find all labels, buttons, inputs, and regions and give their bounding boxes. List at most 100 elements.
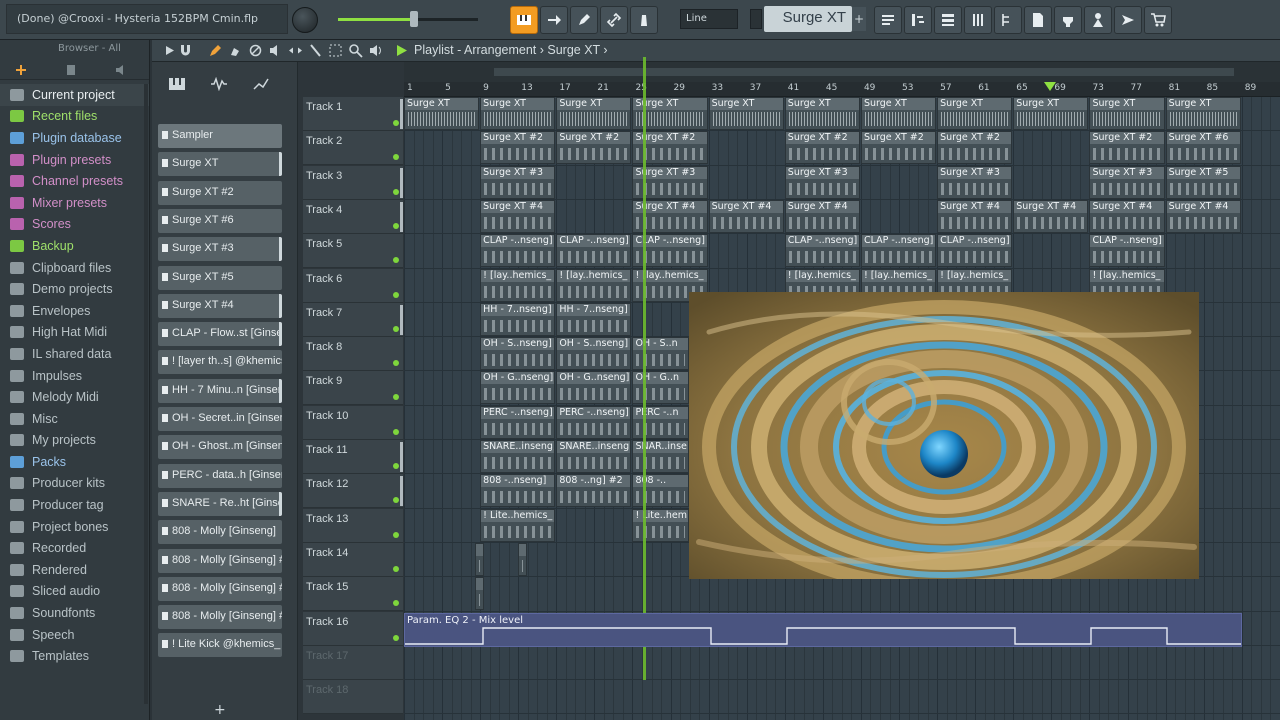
pattern-clip[interactable]: Surge XT xyxy=(937,97,1013,130)
waveform-icon[interactable] xyxy=(210,76,228,92)
picker-item[interactable]: 808 - Molly [Ginseng] #2 xyxy=(158,605,282,630)
browser-item[interactable]: Plugin database xyxy=(0,127,149,149)
browser-item[interactable]: Packs xyxy=(0,451,149,473)
track-mute-led[interactable] xyxy=(393,120,399,126)
pattern-clip[interactable]: Surge XT xyxy=(1165,97,1241,130)
browser-button[interactable] xyxy=(994,6,1022,34)
pattern-clip[interactable]: SNAR..inse xyxy=(632,440,689,473)
pattern-clip[interactable]: 808 -.. xyxy=(632,474,689,508)
track-mute-led[interactable] xyxy=(393,565,399,572)
picker-item[interactable]: 808 - Molly [Ginseng] #4 xyxy=(158,548,282,573)
track-header[interactable]: Track 5 xyxy=(303,234,403,269)
pattern-clip[interactable] xyxy=(475,577,484,611)
news-button[interactable] xyxy=(1114,6,1142,34)
pattern-clip[interactable]: Surge XT #2 xyxy=(480,131,556,165)
pattern-clip[interactable]: Surge XT xyxy=(708,97,784,130)
pattern-clip[interactable]: Surge XT #3 xyxy=(937,165,1013,199)
pattern-clip[interactable]: OH - S..nseng] xyxy=(556,337,632,371)
collapse-icon[interactable] xyxy=(14,62,28,76)
track-header[interactable]: Track 13 xyxy=(303,508,403,543)
browser-item[interactable]: Backup xyxy=(0,235,149,257)
browser-item[interactable]: Producer kits xyxy=(0,473,149,495)
browser-item[interactable]: Clipboard files xyxy=(0,257,149,279)
pattern-clip[interactable]: HH - 7..nseng] xyxy=(480,302,556,336)
piano-roll-icon[interactable] xyxy=(168,76,186,90)
pattern-clip[interactable]: PERC -..nseng] xyxy=(480,405,556,439)
pattern-selector[interactable]: Surge XT xyxy=(764,6,852,32)
track-mute-led[interactable] xyxy=(393,428,399,435)
browser-item[interactable]: Mixer presets xyxy=(0,192,149,214)
picker-item[interactable]: Surge XT #6 xyxy=(158,208,282,233)
track-header[interactable]: Track 6 xyxy=(303,268,403,303)
track-header[interactable]: Track 10 xyxy=(303,405,403,440)
pattern-clip[interactable]: Surge XT xyxy=(860,97,937,130)
track-header[interactable]: Track 16 xyxy=(303,611,403,646)
playlist-view-button[interactable] xyxy=(510,6,538,34)
slip-icon[interactable] xyxy=(288,43,303,58)
track-mute-led[interactable] xyxy=(393,634,399,641)
picker-item[interactable]: CLAP - Flow..st [Ginseng] xyxy=(158,322,282,347)
track-grip[interactable] xyxy=(400,201,403,232)
pattern-clip[interactable]: ! Lite..hemics_ xyxy=(480,508,556,542)
automation-clip[interactable]: Param. EQ 2 - Mix level xyxy=(404,613,1242,647)
pattern-clip[interactable]: Surge XT #3 xyxy=(784,165,860,199)
pattern-clip[interactable]: 808 -..nseng] xyxy=(480,474,556,508)
track-header[interactable]: Track 11 xyxy=(303,440,403,474)
track-mute-led[interactable] xyxy=(393,463,399,469)
pattern-clip[interactable]: Surge XT #4 xyxy=(784,199,860,233)
mixer-button[interactable] xyxy=(964,6,992,34)
pattern-clip[interactable]: OH - S..nseng] xyxy=(480,337,556,371)
add-picker-button[interactable]: + xyxy=(214,702,226,718)
pattern-clip[interactable]: Surge XT xyxy=(480,97,556,130)
browser-item[interactable]: Envelopes xyxy=(0,300,149,322)
browser-item[interactable]: Recent files xyxy=(0,106,149,128)
track-header[interactable]: Track 7 xyxy=(303,302,403,337)
pattern-clip[interactable]: OH - S..n xyxy=(632,337,689,371)
picker-item[interactable]: 808 - Molly [Ginseng] xyxy=(158,520,282,545)
track-mute-led[interactable] xyxy=(393,394,399,401)
browser-item[interactable]: Melody Midi xyxy=(0,386,149,408)
pattern-clip[interactable]: HH - 7..nseng] xyxy=(556,302,632,336)
pattern-clip[interactable]: OH - G..nseng] xyxy=(556,371,632,405)
picker-item[interactable]: OH - Ghost..m [Ginseng] xyxy=(158,435,282,460)
pattern-clip[interactable]: CLAP -..nseng] xyxy=(1089,234,1165,268)
pattern-clip[interactable]: PERC -..nseng] xyxy=(556,405,632,439)
browser-item[interactable]: Producer tag xyxy=(0,494,149,516)
pattern-clip[interactable]: CLAP -..nseng] xyxy=(480,234,556,268)
picker-item[interactable]: Sampler xyxy=(158,124,282,148)
track-mute-led[interactable] xyxy=(393,600,399,607)
browser-item[interactable]: Scores xyxy=(0,214,149,236)
pattern-clip[interactable]: PERC -..n xyxy=(632,405,689,439)
track-grip[interactable] xyxy=(400,442,403,472)
arrangement-overview[interactable] xyxy=(404,62,1280,82)
picker-item[interactable]: HH - 7 Minu..n [Ginseng] xyxy=(158,378,282,403)
track-header[interactable]: Track 17 xyxy=(303,645,403,680)
select-icon[interactable] xyxy=(328,43,343,58)
picker-item[interactable]: Surge XT #4 xyxy=(158,293,282,318)
pattern-clip[interactable]: Surge XT #2 xyxy=(556,131,632,165)
channel-rack-button[interactable] xyxy=(934,6,962,34)
zoom-icon[interactable] xyxy=(348,43,363,58)
track-mute-led[interactable] xyxy=(393,222,399,229)
track-header[interactable]: Track 3 xyxy=(303,165,403,200)
pattern-clip[interactable]: Surge XT xyxy=(556,97,632,130)
pattern-clip[interactable]: ! [lay..hemics_ xyxy=(480,268,556,302)
pattern-clip[interactable] xyxy=(518,542,527,576)
track-mute-led[interactable] xyxy=(393,360,399,367)
pattern-clip[interactable]: CLAP -..nseng] xyxy=(784,234,860,268)
draw-tool-button[interactable] xyxy=(570,6,598,34)
pattern-clip[interactable]: Surge XT #4 xyxy=(937,199,1013,233)
pattern-play-button[interactable] xyxy=(750,9,762,29)
next-button[interactable] xyxy=(540,6,568,34)
metronome-button[interactable] xyxy=(630,6,658,34)
track-grip[interactable] xyxy=(400,304,403,335)
pattern-clip[interactable]: Surge XT #3 xyxy=(1089,165,1165,199)
pattern-clip[interactable]: ! Lite..hem xyxy=(632,508,689,542)
pattern-clip[interactable] xyxy=(475,542,484,576)
pattern-clip[interactable]: Surge XT #4 xyxy=(1089,199,1165,233)
browser-item[interactable]: Speech xyxy=(0,624,149,646)
play-icon[interactable] xyxy=(162,43,177,58)
track-header[interactable]: Track 12 xyxy=(303,474,403,509)
pattern-clip[interactable]: ! [lay..hemics_ xyxy=(556,268,632,302)
track-header[interactable]: Track 2 xyxy=(303,131,403,166)
